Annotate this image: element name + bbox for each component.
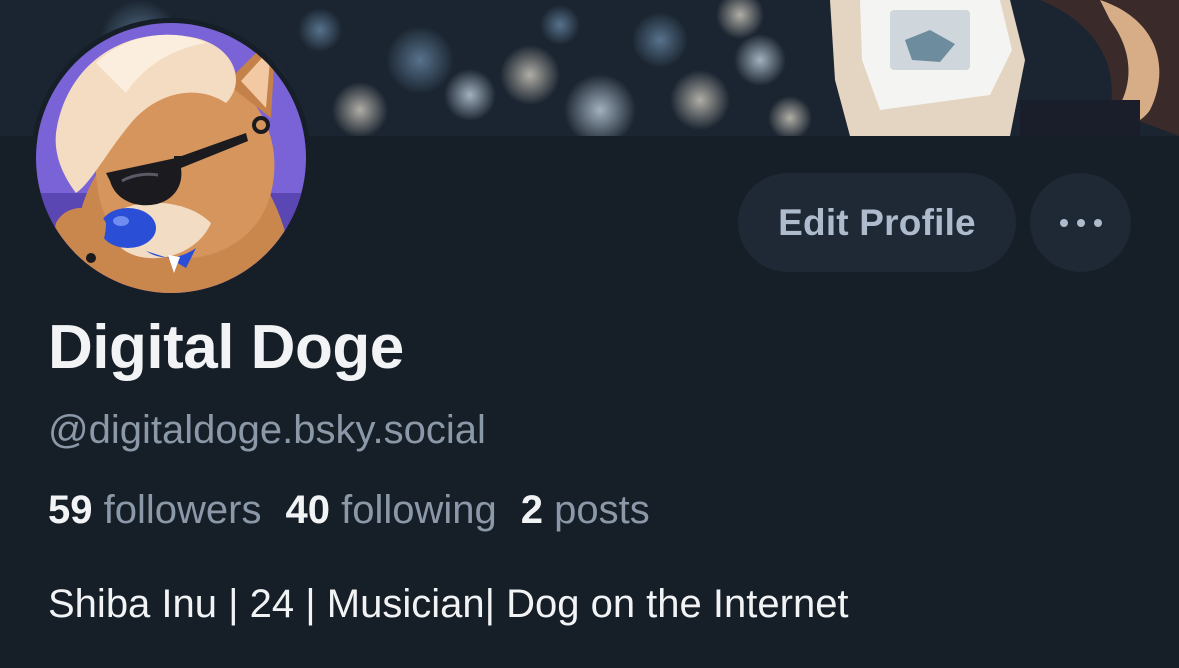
profile-stats: 59 followers 40 following 2 posts [48, 488, 650, 533]
more-options-button[interactable] [1030, 173, 1131, 272]
ellipsis-icon [1059, 218, 1102, 227]
posts-stat: 2 posts [521, 488, 650, 532]
posts-count: 2 [520, 488, 543, 532]
edit-profile-button[interactable]: Edit Profile [738, 173, 1016, 272]
followers-label: followers [103, 488, 262, 532]
avatar[interactable] [31, 18, 311, 298]
followers-stat[interactable]: 59 followers [48, 488, 261, 532]
avatar-image [36, 23, 306, 293]
display-name: Digital Doge [48, 313, 404, 382]
following-label: following [341, 488, 497, 532]
following-count: 40 [285, 488, 330, 532]
following-stat[interactable]: 40 following [285, 488, 496, 532]
profile-page: Edit Profile Digital Doge @digitaldoge.b… [0, 0, 1179, 668]
followers-count: 59 [48, 488, 93, 532]
user-handle[interactable]: @digitaldoge.bsky.social [48, 408, 486, 453]
edit-profile-label: Edit Profile [778, 201, 976, 243]
posts-label: posts [554, 488, 650, 532]
profile-bio: Shiba Inu | 24 | Musician| Dog on the In… [48, 582, 849, 626]
